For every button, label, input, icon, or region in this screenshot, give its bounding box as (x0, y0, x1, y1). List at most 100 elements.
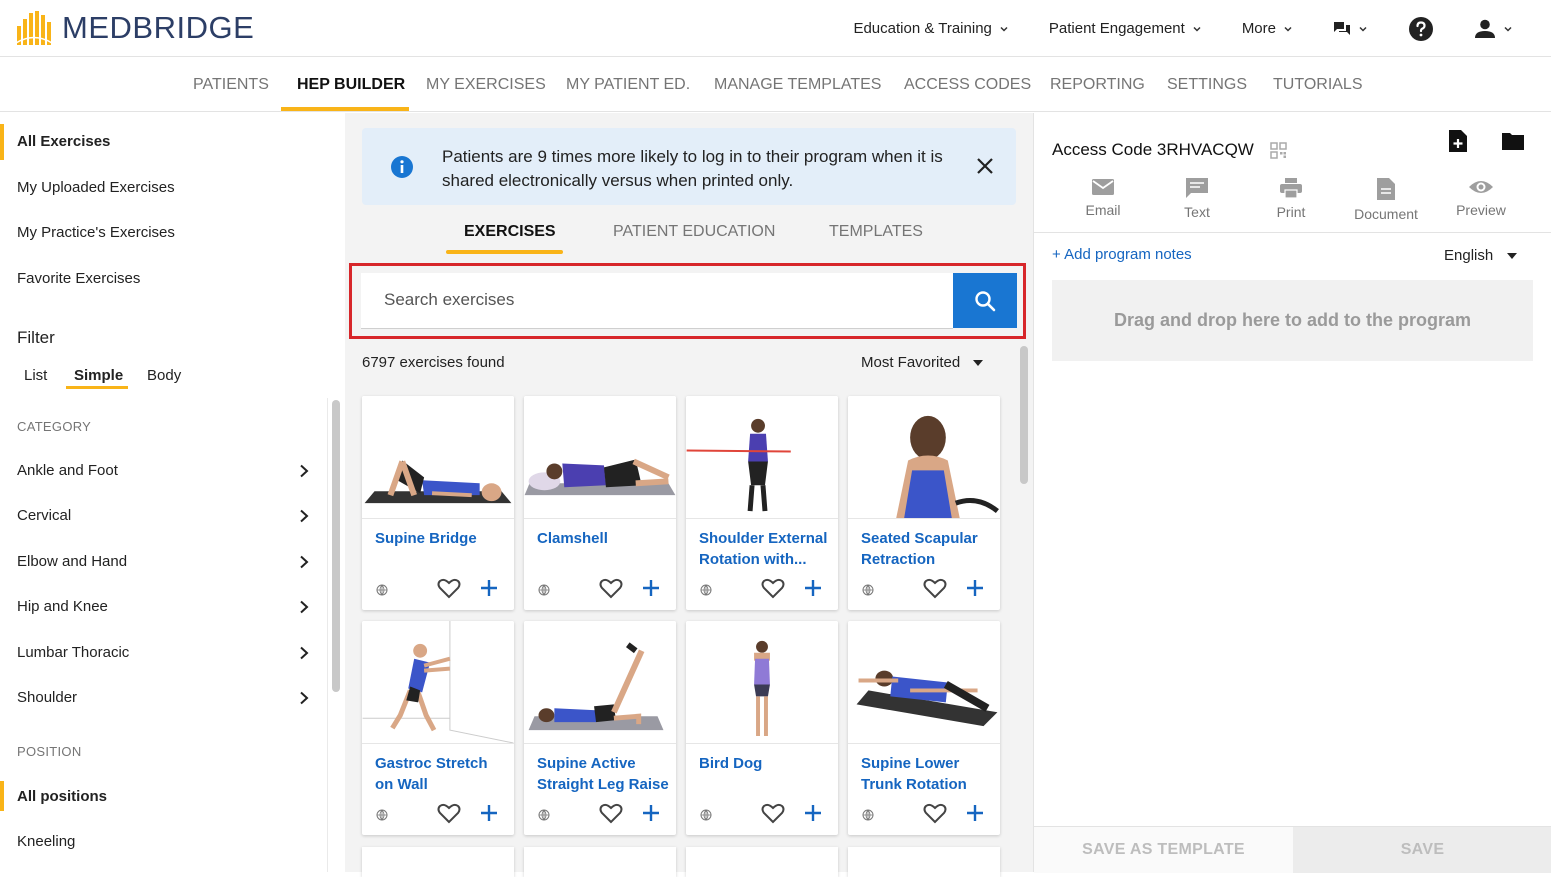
preview-button[interactable]: Preview (1434, 177, 1528, 218)
exercise-thumbnail (686, 396, 838, 519)
save-button[interactable]: SAVE (1293, 827, 1551, 873)
exercise-card[interactable] (848, 847, 1000, 877)
search-input[interactable] (384, 273, 944, 327)
program-drop-zone[interactable]: Drag and drop here to add to the program (1052, 280, 1533, 361)
share-email-button[interactable]: Email (1056, 177, 1150, 218)
heart-icon[interactable] (599, 577, 623, 599)
exercise-thumbnail (524, 621, 676, 744)
help-button[interactable] (1408, 16, 1434, 42)
sidebar-item-all-exercises[interactable]: All Exercises (17, 133, 110, 150)
exercise-card[interactable] (362, 847, 514, 877)
add-icon[interactable] (641, 578, 661, 598)
exercise-title[interactable]: Shoulder External Rotation with... (699, 528, 831, 570)
filter-tab-simple[interactable]: Simple (74, 367, 123, 384)
tab-templates[interactable]: TEMPLATES (829, 223, 923, 241)
heart-icon[interactable] (437, 577, 461, 599)
sidebar-item-my-uploaded-exercises[interactable]: My Uploaded Exercises (17, 179, 175, 196)
account-menu[interactable] (1474, 19, 1513, 39)
sort-dropdown[interactable]: Most Favorited (861, 354, 984, 371)
banner-text: Patients are 9 times more likely to log … (442, 147, 943, 190)
add-icon[interactable] (965, 803, 985, 823)
tab-reporting[interactable]: REPORTING (1050, 58, 1145, 112)
position-kneeling[interactable]: Kneeling (17, 833, 75, 850)
category-label: Elbow and Hand (17, 553, 128, 570)
add-icon[interactable] (479, 803, 499, 823)
exercise-title[interactable]: Supine Active Straight Leg Raise (537, 753, 669, 795)
qr-code-icon[interactable] (1270, 141, 1287, 159)
add-icon[interactable] (479, 578, 499, 598)
language-dropdown[interactable]: English (1444, 247, 1518, 264)
tab-my-exercises[interactable]: MY EXERCISES (426, 58, 546, 112)
sidebar-scrollbar[interactable] (332, 400, 340, 692)
category-shoulder[interactable]: Shoulder (0, 683, 320, 713)
messages-menu[interactable] (1333, 21, 1368, 37)
save-as-template-button[interactable]: SAVE AS TEMPLATE (1034, 827, 1293, 873)
exercise-title[interactable]: Supine Bridge (375, 528, 507, 549)
heart-icon[interactable] (437, 802, 461, 824)
exercise-title[interactable]: Gastroc Stretch on Wall (375, 753, 507, 795)
exercise-card[interactable]: Supine Bridge (362, 396, 514, 610)
share-document-button[interactable]: Document (1339, 177, 1433, 222)
add-icon[interactable] (803, 803, 823, 823)
heart-icon[interactable] (761, 577, 785, 599)
tab-access-codes[interactable]: ACCESS CODES (904, 58, 1031, 112)
exercise-title[interactable]: Bird Dog (699, 753, 831, 774)
tab-patient-education[interactable]: PATIENT EDUCATION (613, 223, 775, 241)
filter-tab-list[interactable]: List (24, 367, 47, 384)
exercise-card[interactable]: Shoulder External Rotation with... (686, 396, 838, 610)
exercise-card[interactable]: Supine Lower Trunk Rotation (848, 621, 1000, 835)
position-all-positions[interactable]: All positions (17, 788, 107, 805)
add-icon[interactable] (965, 578, 985, 598)
new-document-icon[interactable] (1447, 129, 1469, 153)
filter-tab-body[interactable]: Body (147, 367, 181, 384)
share-text-button[interactable]: Text (1150, 177, 1244, 220)
exercise-card[interactable]: Clamshell (524, 396, 676, 610)
heart-icon[interactable] (599, 802, 623, 824)
education-training-menu[interactable]: Education & Training (853, 20, 1008, 37)
heart-icon[interactable] (923, 802, 947, 824)
heart-icon[interactable] (923, 577, 947, 599)
more-menu[interactable]: More (1242, 20, 1293, 37)
category-lumbar-thoracic[interactable]: Lumbar Thoracic (0, 638, 320, 668)
share-print-label: Print (1276, 204, 1306, 220)
add-program-notes-link[interactable]: + Add program notes (1052, 246, 1192, 263)
patient-engagement-label: Patient Engagement (1048, 20, 1185, 37)
exercise-card[interactable] (524, 847, 676, 877)
exercise-card[interactable]: Supine Active Straight Leg Raise (524, 621, 676, 835)
category-cervical[interactable]: Cervical (0, 501, 320, 531)
sidebar-item-favorite-exercises[interactable]: Favorite Exercises (17, 270, 140, 287)
close-icon[interactable] (975, 156, 995, 176)
category-ankle-and-foot[interactable]: Ankle and Foot (0, 456, 320, 486)
folder-icon[interactable] (1501, 129, 1525, 153)
tab-hep-builder[interactable]: HEP BUILDER (297, 58, 405, 112)
tab-exercises[interactable]: EXERCISES (464, 223, 556, 241)
category-elbow-and-hand[interactable]: Elbow and Hand (0, 547, 320, 577)
exercise-card[interactable] (686, 847, 838, 877)
tab-tutorials[interactable]: TUTORIALS (1273, 58, 1363, 112)
active-tab-indicator (446, 250, 563, 254)
add-icon[interactable] (641, 803, 661, 823)
sort-label: Most Favorited (861, 354, 961, 371)
chevron-right-icon (300, 464, 309, 478)
access-code-label: Access Code 3RHVACQW (1052, 140, 1254, 159)
share-print-button[interactable]: Print (1244, 177, 1338, 220)
tab-settings[interactable]: SETTINGS (1167, 58, 1247, 112)
results-scrollbar[interactable] (1020, 346, 1028, 484)
exercise-card[interactable]: Seated Scapular Retraction (848, 396, 1000, 610)
tab-manage-templates[interactable]: MANAGE TEMPLATES (714, 58, 881, 112)
heart-icon[interactable] (761, 802, 785, 824)
exercise-title[interactable]: Clamshell (537, 528, 669, 549)
add-icon[interactable] (803, 578, 823, 598)
patient-engagement-menu[interactable]: Patient Engagement (1049, 20, 1202, 37)
exercise-card[interactable]: Gastroc Stretch on Wall (362, 621, 514, 835)
medbridge-logo[interactable]: MEDBRIDGE (16, 10, 254, 46)
exercise-card[interactable]: Bird Dog (686, 621, 838, 835)
search-button[interactable] (953, 273, 1017, 328)
sidebar-item-my-practices-exercises[interactable]: My Practice's Exercises (17, 224, 175, 241)
exercise-title[interactable]: Seated Scapular Retraction (861, 528, 993, 570)
tab-my-patient-ed[interactable]: MY PATIENT ED. (566, 58, 690, 112)
caret-down-icon (1507, 252, 1518, 259)
exercise-title[interactable]: Supine Lower Trunk Rotation (861, 753, 993, 795)
tab-patients[interactable]: PATIENTS (193, 58, 269, 112)
category-hip-and-knee[interactable]: Hip and Knee (0, 592, 320, 622)
